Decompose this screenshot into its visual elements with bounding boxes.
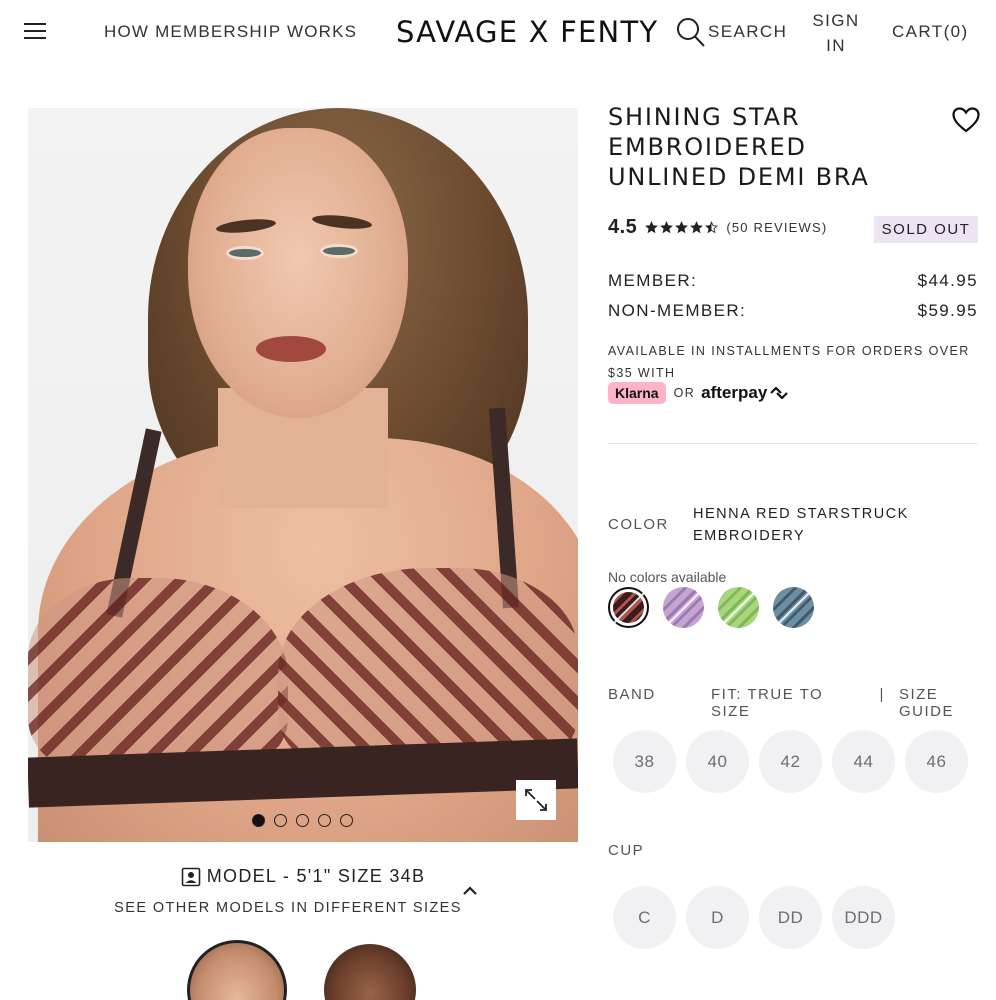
nonmember-price: $59.95 — [917, 301, 978, 320]
rating-row: 4.5 (50 REVIEWS) — [608, 216, 827, 239]
product-image[interactable] — [28, 108, 578, 842]
klarna-logo[interactable]: Klarna — [608, 382, 666, 404]
member-label: MEMBER: — [608, 271, 698, 290]
star-icon — [660, 221, 674, 234]
size-guide-link[interactable]: SIZE GUIDE — [899, 686, 996, 720]
band-size-44[interactable]: 44 — [832, 730, 895, 793]
expand-image-button[interactable] — [516, 780, 556, 820]
photo-face — [188, 128, 408, 418]
afterpay-logo[interactable]: afterpay — [701, 383, 789, 403]
brand-logo[interactable]: SAVAGE X FENTY — [396, 15, 658, 49]
model-thumbnail[interactable] — [324, 944, 416, 1000]
separator: | — [879, 686, 885, 703]
band-label: BAND — [608, 686, 656, 703]
how-membership-works-link[interactable]: HOW MEMBERSHIP WORKS — [104, 22, 357, 42]
cart-link[interactable]: CART(0) — [892, 22, 969, 42]
color-swatch-blue-gray[interactable] — [773, 587, 814, 628]
color-swatch-lime[interactable] — [718, 587, 759, 628]
cup-size-c[interactable]: C — [613, 886, 676, 949]
photo-lips — [256, 336, 326, 362]
chevron-up-icon[interactable] — [460, 882, 480, 898]
cup-label: CUP — [608, 842, 645, 859]
fit-row: FIT: TRUE TO SIZE | SIZE GUIDE — [711, 686, 996, 720]
model-thumbnail[interactable] — [187, 940, 287, 1000]
heart-icon[interactable] — [951, 105, 981, 135]
model-info: MODEL - 5'1" SIZE 34B — [28, 866, 578, 887]
search-button[interactable]: SEARCH — [674, 15, 787, 49]
installments-text: AVAILABLE IN INSTALLMENTS FOR ORDERS OVE… — [608, 344, 970, 380]
color-swatch-lilac[interactable] — [663, 587, 704, 628]
expand-icon — [525, 789, 547, 811]
afterpay-label: afterpay — [701, 383, 768, 402]
color-swatches — [608, 587, 814, 628]
status-badge: SOLD OUT — [874, 216, 978, 243]
carousel-dot[interactable] — [296, 814, 309, 827]
nonmember-label: NON-MEMBER: — [608, 301, 747, 320]
see-other-models-link[interactable]: SEE OTHER MODELS IN DIFFERENT SIZES — [28, 900, 548, 916]
carousel-dot[interactable] — [274, 814, 287, 827]
rating-stars — [645, 221, 719, 234]
band-size-40[interactable]: 40 — [686, 730, 749, 793]
divider — [608, 443, 978, 444]
star-icon — [645, 221, 659, 234]
band-size-options: 38 40 42 44 46 — [613, 730, 968, 793]
band-size-46[interactable]: 46 — [905, 730, 968, 793]
color-label: COLOR — [608, 516, 669, 533]
band-size-42[interactable]: 42 — [759, 730, 822, 793]
cup-size-dd[interactable]: DD — [759, 886, 822, 949]
search-label: SEARCH — [708, 22, 788, 41]
sign-in-line2: IN — [826, 36, 846, 55]
carousel-dot[interactable] — [252, 814, 265, 827]
menu-icon[interactable] — [24, 23, 46, 39]
cup-size-d[interactable]: D — [686, 886, 749, 949]
member-price: $44.95 — [917, 271, 978, 290]
member-price-row: MEMBER: $44.95 — [608, 271, 978, 291]
afterpay-arrows-icon — [770, 386, 789, 400]
sign-in-line1: SIGN — [812, 11, 860, 30]
or-text: OR — [673, 386, 696, 400]
search-icon — [677, 18, 705, 47]
color-swatch-henna-red[interactable] — [608, 587, 649, 628]
cup-size-ddd[interactable]: DDD — [832, 886, 895, 949]
fit-text: FIT: TRUE TO SIZE — [711, 686, 824, 720]
sign-in-link[interactable]: SIGN IN — [810, 8, 862, 58]
star-icon — [690, 221, 704, 234]
payment-options: Klarna OR afterpay — [608, 382, 789, 404]
carousel-dot[interactable] — [318, 814, 331, 827]
cup-size-options: C D DD DDD — [613, 886, 895, 949]
person-icon — [181, 867, 201, 886]
star-icon — [675, 221, 689, 234]
nonmember-price-row: NON-MEMBER: $59.95 — [608, 301, 978, 321]
star-icon — [705, 221, 719, 234]
site-header: HOW MEMBERSHIP WORKS SAVAGE X FENTY SEAR… — [0, 0, 996, 64]
model-info-text: MODEL - 5'1" SIZE 34B — [206, 866, 426, 886]
band-size-38[interactable]: 38 — [613, 730, 676, 793]
rating-value: 4.5 — [608, 216, 638, 238]
product-title: SHINING STAR EMBROIDERED UNLINED DEMI BR… — [608, 103, 870, 191]
reviews-link[interactable]: (50 REVIEWS) — [726, 220, 827, 235]
no-colors-text: No colors available — [608, 569, 727, 585]
carousel-dot[interactable] — [340, 814, 353, 827]
carousel-dots — [252, 814, 353, 827]
color-name: HENNA RED STARSTRUCK EMBROIDERY — [693, 506, 909, 544]
photo-eye — [320, 244, 358, 258]
photo-bra-cup — [28, 578, 288, 778]
photo-eye — [226, 246, 264, 260]
